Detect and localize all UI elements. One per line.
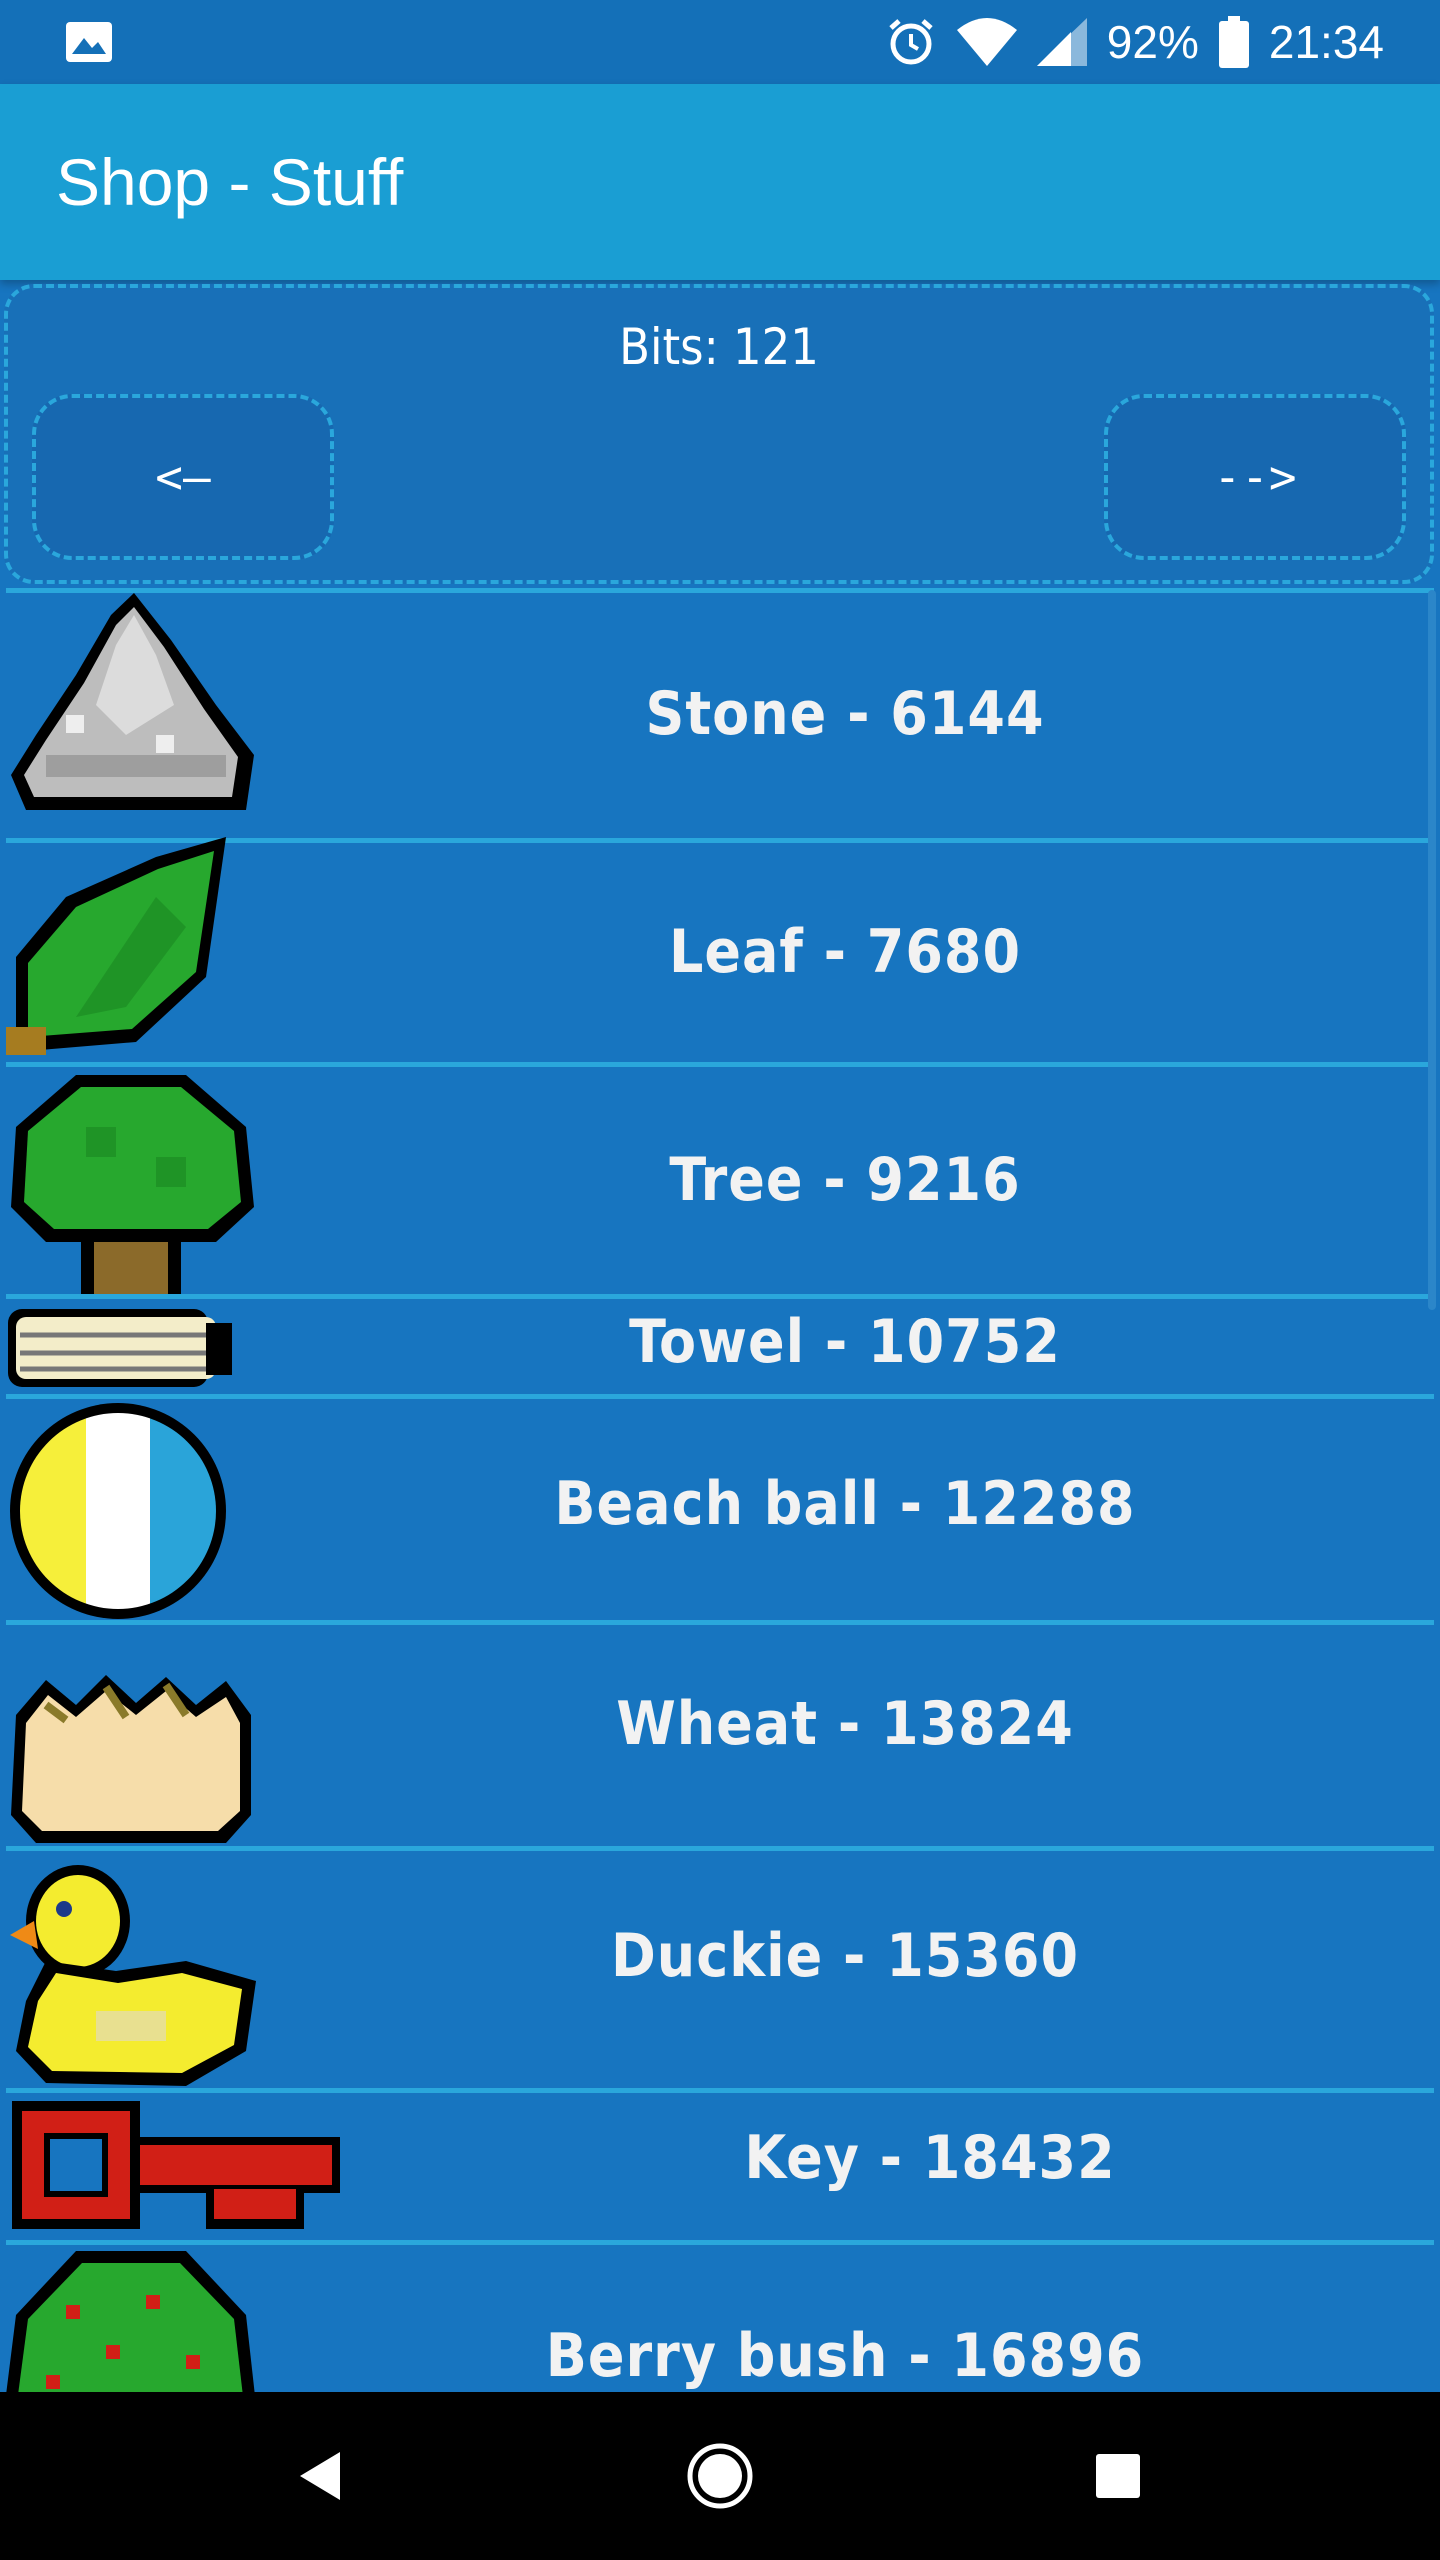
list-item-berry-bush[interactable]: Berry bush - 16896	[6, 2240, 1434, 2392]
home-icon[interactable]	[686, 2442, 754, 2510]
item-label: Leaf - 7680	[668, 917, 1022, 987]
shop-item-list[interactable]: Stone - 6144 Leaf - 7680 Tree - 9216 Tow…	[0, 588, 1440, 2392]
duckie-icon	[10, 1865, 256, 2086]
list-item-towel[interactable]: Towel - 10752	[6, 1294, 1434, 1394]
clock: 21:34	[1268, 16, 1384, 68]
battery-icon	[1218, 16, 1249, 68]
page-title: Shop - Stuff	[56, 145, 404, 219]
towel-icon	[8, 1309, 232, 1387]
previous-page-button[interactable]: <—	[32, 394, 334, 560]
list-item-duckie[interactable]: Duckie - 15360	[6, 1846, 1434, 2088]
app-bar: Shop - Stuff	[0, 84, 1440, 280]
next-page-button[interactable]: -->	[1104, 394, 1406, 560]
list-item-tree[interactable]: Tree - 9216	[6, 1062, 1434, 1299]
key-icon	[12, 2101, 340, 2229]
item-label: Beach ball - 12288	[554, 1469, 1136, 1539]
bits-counter: Bits: 121	[619, 318, 819, 376]
wheat-icon	[11, 1675, 251, 1843]
wifi-icon	[956, 18, 1017, 66]
leaf-icon	[6, 837, 226, 1055]
item-label: Berry bush - 16896	[545, 2321, 1145, 2391]
beach-ball-icon	[10, 1403, 226, 1619]
system-nav-bar	[0, 2392, 1440, 2560]
status-bar: 92% 21:34	[0, 0, 1440, 84]
battery-percent: 92%	[1106, 16, 1199, 68]
item-label: Towel - 10752	[629, 1307, 1061, 1377]
item-label: Key - 18432	[744, 2123, 1116, 2193]
recents-icon[interactable]	[1096, 2454, 1140, 2498]
back-icon[interactable]	[296, 2450, 344, 2502]
list-item-leaf[interactable]: Leaf - 7680	[6, 837, 1434, 1062]
shop-header: Bits: 121 <— -->	[4, 284, 1434, 584]
item-label: Stone - 6144	[645, 679, 1045, 749]
stone-icon	[11, 593, 254, 810]
item-label: Duckie - 15360	[610, 1921, 1079, 1991]
gallery-icon	[66, 22, 112, 62]
list-item-stone[interactable]: Stone - 6144	[6, 588, 1434, 838]
tree-icon	[11, 1075, 254, 1299]
berry-bush-icon	[6, 2251, 255, 2392]
list-item-wheat[interactable]: Wheat - 13824	[6, 1620, 1434, 1846]
item-label: Wheat - 13824	[616, 1689, 1074, 1759]
signal-icon	[1036, 18, 1087, 66]
item-label: Tree - 9216	[669, 1145, 1021, 1215]
list-item-key[interactable]: Key - 18432	[6, 2088, 1434, 2240]
scrollbar[interactable]	[1428, 590, 1436, 1310]
list-item-beach-ball[interactable]: Beach ball - 12288	[6, 1394, 1434, 1620]
alarm-icon	[889, 19, 933, 65]
